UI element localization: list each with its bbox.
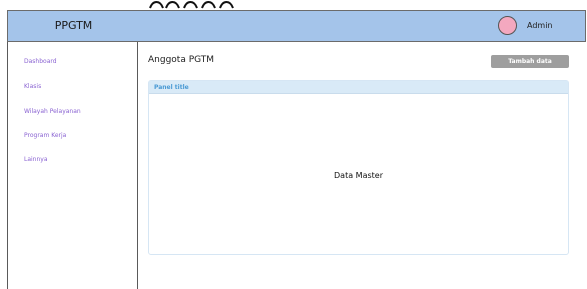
sidebar-item-program-kerja[interactable]: Program Kerja (24, 132, 66, 139)
data-panel: Panel title Data Master (148, 80, 569, 255)
cropped-text-fragment (149, 1, 234, 9)
user-name[interactable]: Admin (527, 11, 553, 41)
app-brand[interactable]: PPGTM (8, 11, 139, 41)
user-avatar[interactable] (498, 16, 517, 35)
sidebar (7, 42, 138, 289)
panel-body-text: Data Master (334, 171, 383, 180)
page: PPGTM Admin Dashboard Klasis Wilayah Pel… (0, 0, 587, 289)
panel-title: Panel title (154, 84, 189, 91)
page-title: Anggota PGTM (148, 55, 215, 65)
sidebar-item-lainnya[interactable]: Lainnya (24, 156, 48, 163)
panel-header: Panel title (149, 81, 568, 94)
add-data-button[interactable]: Tambah data (491, 55, 569, 68)
sidebar-item-klasis[interactable]: Klasis (24, 83, 41, 90)
sidebar-item-dashboard[interactable]: Dashboard (24, 58, 57, 65)
sidebar-item-wilayah-pelayanan[interactable]: Wilayah Pelayanan (24, 108, 81, 115)
top-header: PPGTM Admin (7, 10, 586, 42)
